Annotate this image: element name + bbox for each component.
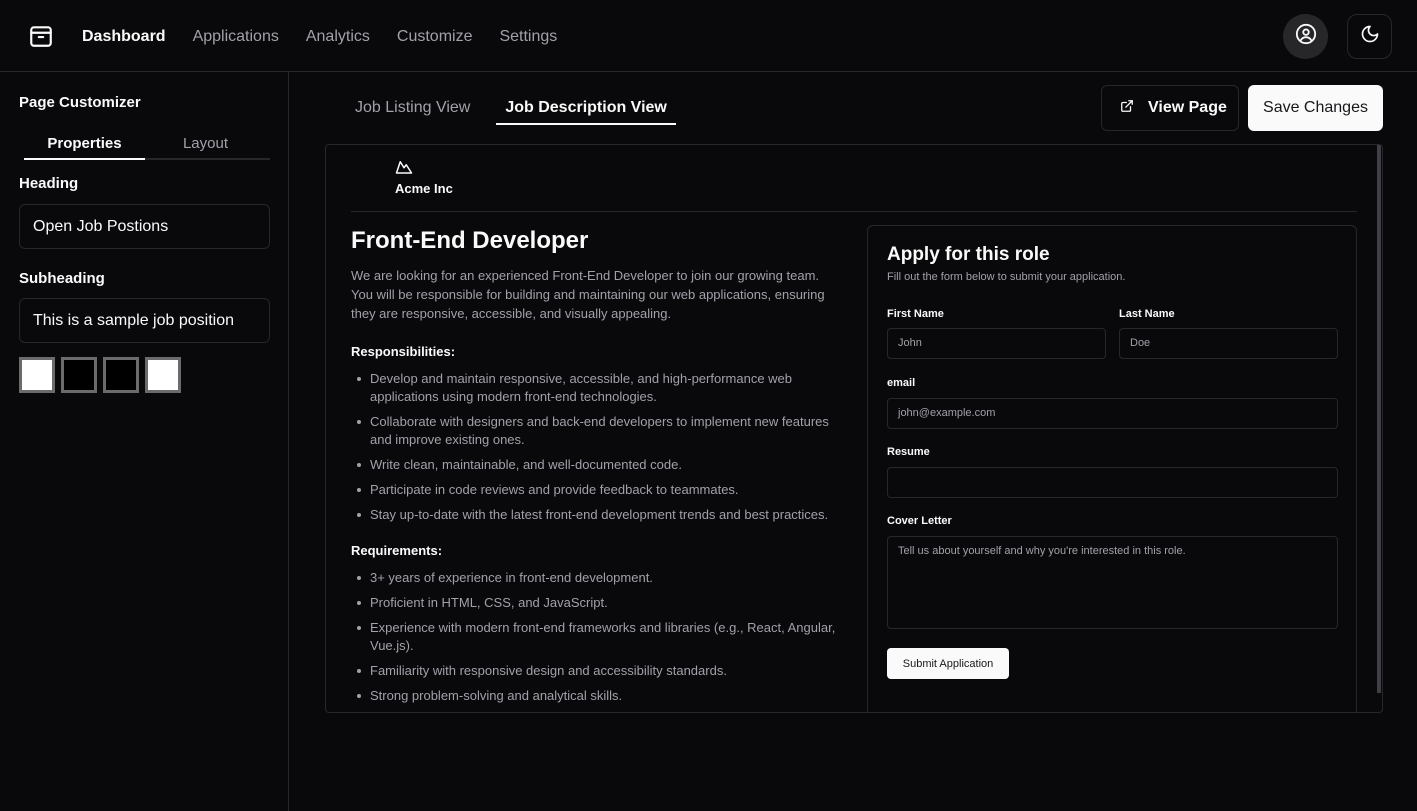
submit-application-button[interactable]: Submit Application [887, 648, 1009, 679]
main-nav: Dashboard Applications Analytics Customi… [82, 26, 557, 48]
customizer-sidebar: Page Customizer Properties Layout Headin… [0, 72, 289, 811]
job-title: Front-End Developer [351, 227, 589, 254]
first-name-label: First Name [887, 308, 944, 320]
responsibilities-list: Develop and maintain responsive, accessi… [351, 370, 843, 531]
save-changes-button[interactable]: Save Changes [1248, 85, 1383, 131]
requirements-list: 3+ years of experience in front-end deve… [351, 569, 843, 712]
top-navbar: Dashboard Applications Analytics Customi… [0, 0, 1417, 72]
sidebar-title: Page Customizer [19, 94, 141, 111]
color-swatch[interactable] [145, 357, 181, 393]
color-swatch[interactable] [19, 357, 55, 393]
list-item: Develop and maintain responsive, accessi… [351, 370, 843, 406]
list-item: Proficient in HTML, CSS, and JavaScript. [351, 594, 843, 612]
view-page-label: View Page [1148, 99, 1227, 116]
color-swatch[interactable] [61, 357, 97, 393]
email-field[interactable]: john@example.com [887, 398, 1338, 429]
view-tabs: Job Listing View Job Description View [343, 96, 676, 125]
requirements-heading: Requirements: [351, 543, 443, 558]
cover-letter-textarea[interactable]: Tell us about yourself and why you're in… [887, 536, 1338, 629]
job-description: We are looking for an experienced Front-… [351, 268, 825, 321]
nav-dashboard[interactable]: Dashboard [82, 26, 166, 48]
list-item: Stay up-to-date with the latest front-en… [351, 506, 843, 524]
color-swatches [19, 357, 181, 393]
package-icon[interactable] [28, 23, 54, 49]
resume-upload-field[interactable] [887, 467, 1338, 498]
list-item: Familiarity with responsive design and a… [351, 662, 843, 680]
application-form: Apply for this role Fill out the form be… [867, 225, 1357, 712]
tab-layout[interactable]: Layout [145, 132, 266, 158]
nav-analytics[interactable]: Analytics [306, 26, 370, 48]
tab-properties[interactable]: Properties [24, 132, 145, 160]
tab-job-description-view[interactable]: Job Description View [496, 96, 676, 125]
heading-label: Heading [19, 175, 79, 192]
list-item: Participate in code reviews and provide … [351, 481, 843, 499]
list-item: Collaborate with designers and back-end … [351, 413, 843, 449]
external-link-icon [1120, 99, 1134, 118]
sidebar-tabs: Properties Layout [24, 132, 270, 160]
list-item: Strong problem-solving and analytical sk… [351, 687, 843, 705]
tab-job-listing-view[interactable]: Job Listing View [343, 96, 470, 125]
view-page-button[interactable]: View Page [1101, 85, 1239, 131]
list-item: 3+ years of experience in front-end deve… [351, 569, 843, 587]
form-subtitle: Fill out the form below to submit your a… [887, 271, 1126, 283]
subheading-label: Subheading [19, 270, 105, 287]
last-name-label: Last Name [1119, 308, 1175, 320]
theme-toggle-button[interactable] [1347, 14, 1392, 59]
user-circle-icon [1295, 23, 1317, 50]
moon-icon [1360, 24, 1380, 49]
color-swatch[interactable] [103, 357, 139, 393]
nav-settings[interactable]: Settings [499, 26, 557, 48]
heading-input[interactable]: Open Job Postions [19, 204, 270, 249]
form-title: Apply for this role [887, 244, 1050, 265]
mountain-icon [395, 159, 413, 180]
list-item: Write clean, maintainable, and well-docu… [351, 456, 843, 474]
header-divider [351, 211, 1357, 212]
last-name-field[interactable]: Doe [1119, 328, 1338, 359]
list-item: Experience with modern front-end framewo… [351, 619, 843, 655]
nav-customize[interactable]: Customize [397, 26, 473, 48]
nav-applications[interactable]: Applications [193, 26, 279, 48]
first-name-field[interactable]: John [887, 328, 1106, 359]
resume-label: Resume [887, 446, 930, 458]
job-page-preview: Acme Inc Front-End Developer We are look… [325, 144, 1383, 713]
email-label: email [887, 377, 916, 389]
user-menu-button[interactable] [1283, 14, 1328, 59]
subheading-input[interactable]: This is a sample job position [19, 298, 270, 343]
company-name: Acme Inc [395, 181, 453, 196]
preview-scrollbar[interactable] [1377, 145, 1381, 693]
responsibilities-heading: Responsibilities: [351, 344, 456, 359]
cover-letter-label: Cover Letter [887, 515, 952, 527]
